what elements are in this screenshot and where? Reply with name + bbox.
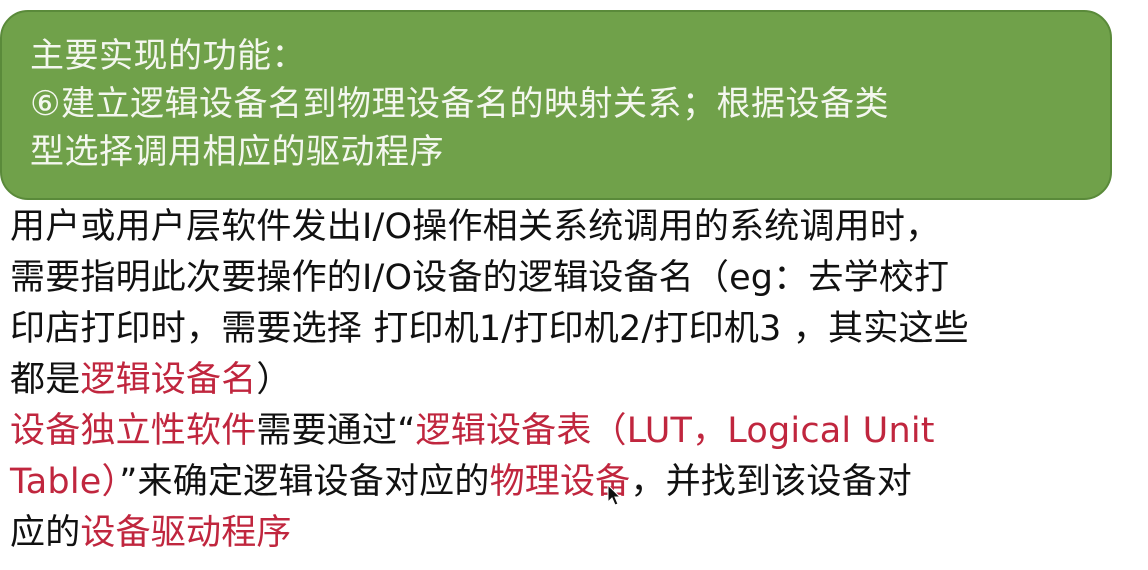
body-line-5-text: 需要通过“ (256, 411, 416, 451)
logical-device-name-highlight: 逻辑设备名 (80, 360, 257, 400)
body-line-4: 都是逻辑设备名） (10, 355, 1140, 406)
lut-table-highlight: Table） (10, 462, 120, 502)
mouse-pointer-icon (607, 484, 621, 506)
function-callout-box: 主要实现的功能： ⑥建立逻辑设备名到物理设备名的映射关系；根据设备类 型选择调用… (0, 10, 1112, 200)
callout-item-line-2: 型选择调用相应的驱动程序 (30, 132, 444, 172)
slide: 主要实现的功能： ⑥建立逻辑设备名到物理设备名的映射关系；根据设备类 型选择调用… (0, 0, 1148, 570)
body-line-2: 需要指明此次要操作的I/O设备的逻辑设备名（eg：去学校打 (10, 258, 950, 298)
body-line-4-close: ） (256, 360, 292, 400)
body-line-7: 应的设备驱动程序 (10, 508, 1140, 559)
body-line-6: Table）”来确定逻辑设备对应的物理设备，并找到该设备对 (10, 457, 1140, 508)
body-line-1: 用户或用户层软件发出I/O操作相关系统调用的系统调用时， (10, 207, 941, 247)
device-driver-highlight: 设备驱动程序 (80, 513, 292, 553)
body-line-3: 印店打印时，需要选择 打印机1/打印机2/打印机3 ，其实这些 (10, 309, 969, 349)
device-independent-software-highlight: 设备独立性软件 (10, 411, 257, 451)
lut-highlight: 逻辑设备表（LUT，Logical Unit (415, 411, 935, 451)
callout-item-line-1: ⑥建立逻辑设备名到物理设备名的映射关系；根据设备类 (30, 84, 889, 124)
body-line-4-text: 都是 (10, 360, 81, 400)
body-line-6-text: ”来确定逻辑设备对应的 (119, 462, 490, 502)
body-line-5: 设备独立性软件需要通过“逻辑设备表（LUT，Logical Unit (10, 406, 1140, 457)
body-line-6-tail: ，并找到该设备对 (630, 462, 912, 502)
explanation-text: 用户或用户层软件发出I/O操作相关系统调用的系统调用时， 需要指明此次要操作的I… (10, 202, 1140, 559)
callout-heading: 主要实现的功能： (30, 36, 306, 76)
body-line-7-text: 应的 (10, 513, 81, 553)
